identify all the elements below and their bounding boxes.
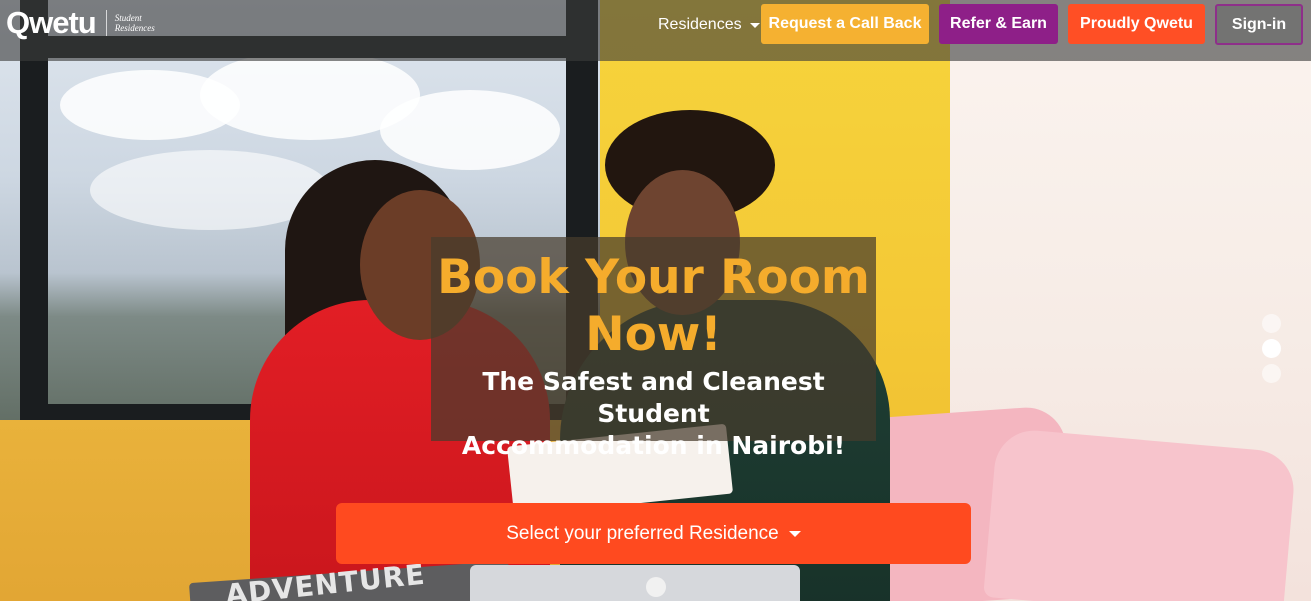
pillow (983, 427, 1297, 601)
carousel-dot-1[interactable] (1262, 314, 1281, 333)
refer-earn-button[interactable]: Refer & Earn (939, 4, 1058, 44)
logo-subtitle: Student Residences (115, 13, 155, 33)
caret-down-icon (749, 22, 760, 28)
laptop (470, 565, 800, 601)
select-residence-dropdown[interactable]: Select your preferred Residence (336, 503, 971, 564)
hero-title-line2: Now! (585, 307, 722, 362)
laptop-logo (646, 577, 666, 597)
hero-title: Book Your Room Now! (431, 249, 876, 363)
hero-subtitle-line2: Accommodation in Nairobi! (461, 431, 846, 460)
caret-down-icon (788, 530, 801, 537)
hero-subtitle-line1: The Safest and Cleanest Student (482, 367, 825, 428)
logo-wordmark: Qwetu (6, 5, 97, 40)
residences-label: Residences (658, 16, 742, 33)
logo-subtitle-line1: Student (114, 13, 142, 23)
logo-subtitle-line2: Residences (114, 23, 155, 33)
residences-dropdown[interactable]: Residences (658, 14, 760, 36)
request-callback-button[interactable]: Request a Call Back (761, 4, 929, 44)
carousel-dot-2[interactable] (1262, 339, 1281, 358)
proudly-qwetu-button[interactable]: Proudly Qwetu (1068, 4, 1205, 44)
logo-divider (105, 10, 107, 36)
qwetu-logo[interactable]: Qwetu Student Residences (6, 6, 155, 40)
carousel-dot-3[interactable] (1262, 364, 1281, 383)
hero-subtitle: The Safest and Cleanest Student Accommod… (431, 366, 876, 462)
select-residence-label: Select your preferred Residence (506, 522, 779, 544)
top-navbar: Qwetu Student Residences Residences Requ… (0, 0, 1311, 61)
hero-title-line1: Book Your Room (437, 250, 870, 305)
signin-button[interactable]: Sign-in (1215, 4, 1303, 45)
